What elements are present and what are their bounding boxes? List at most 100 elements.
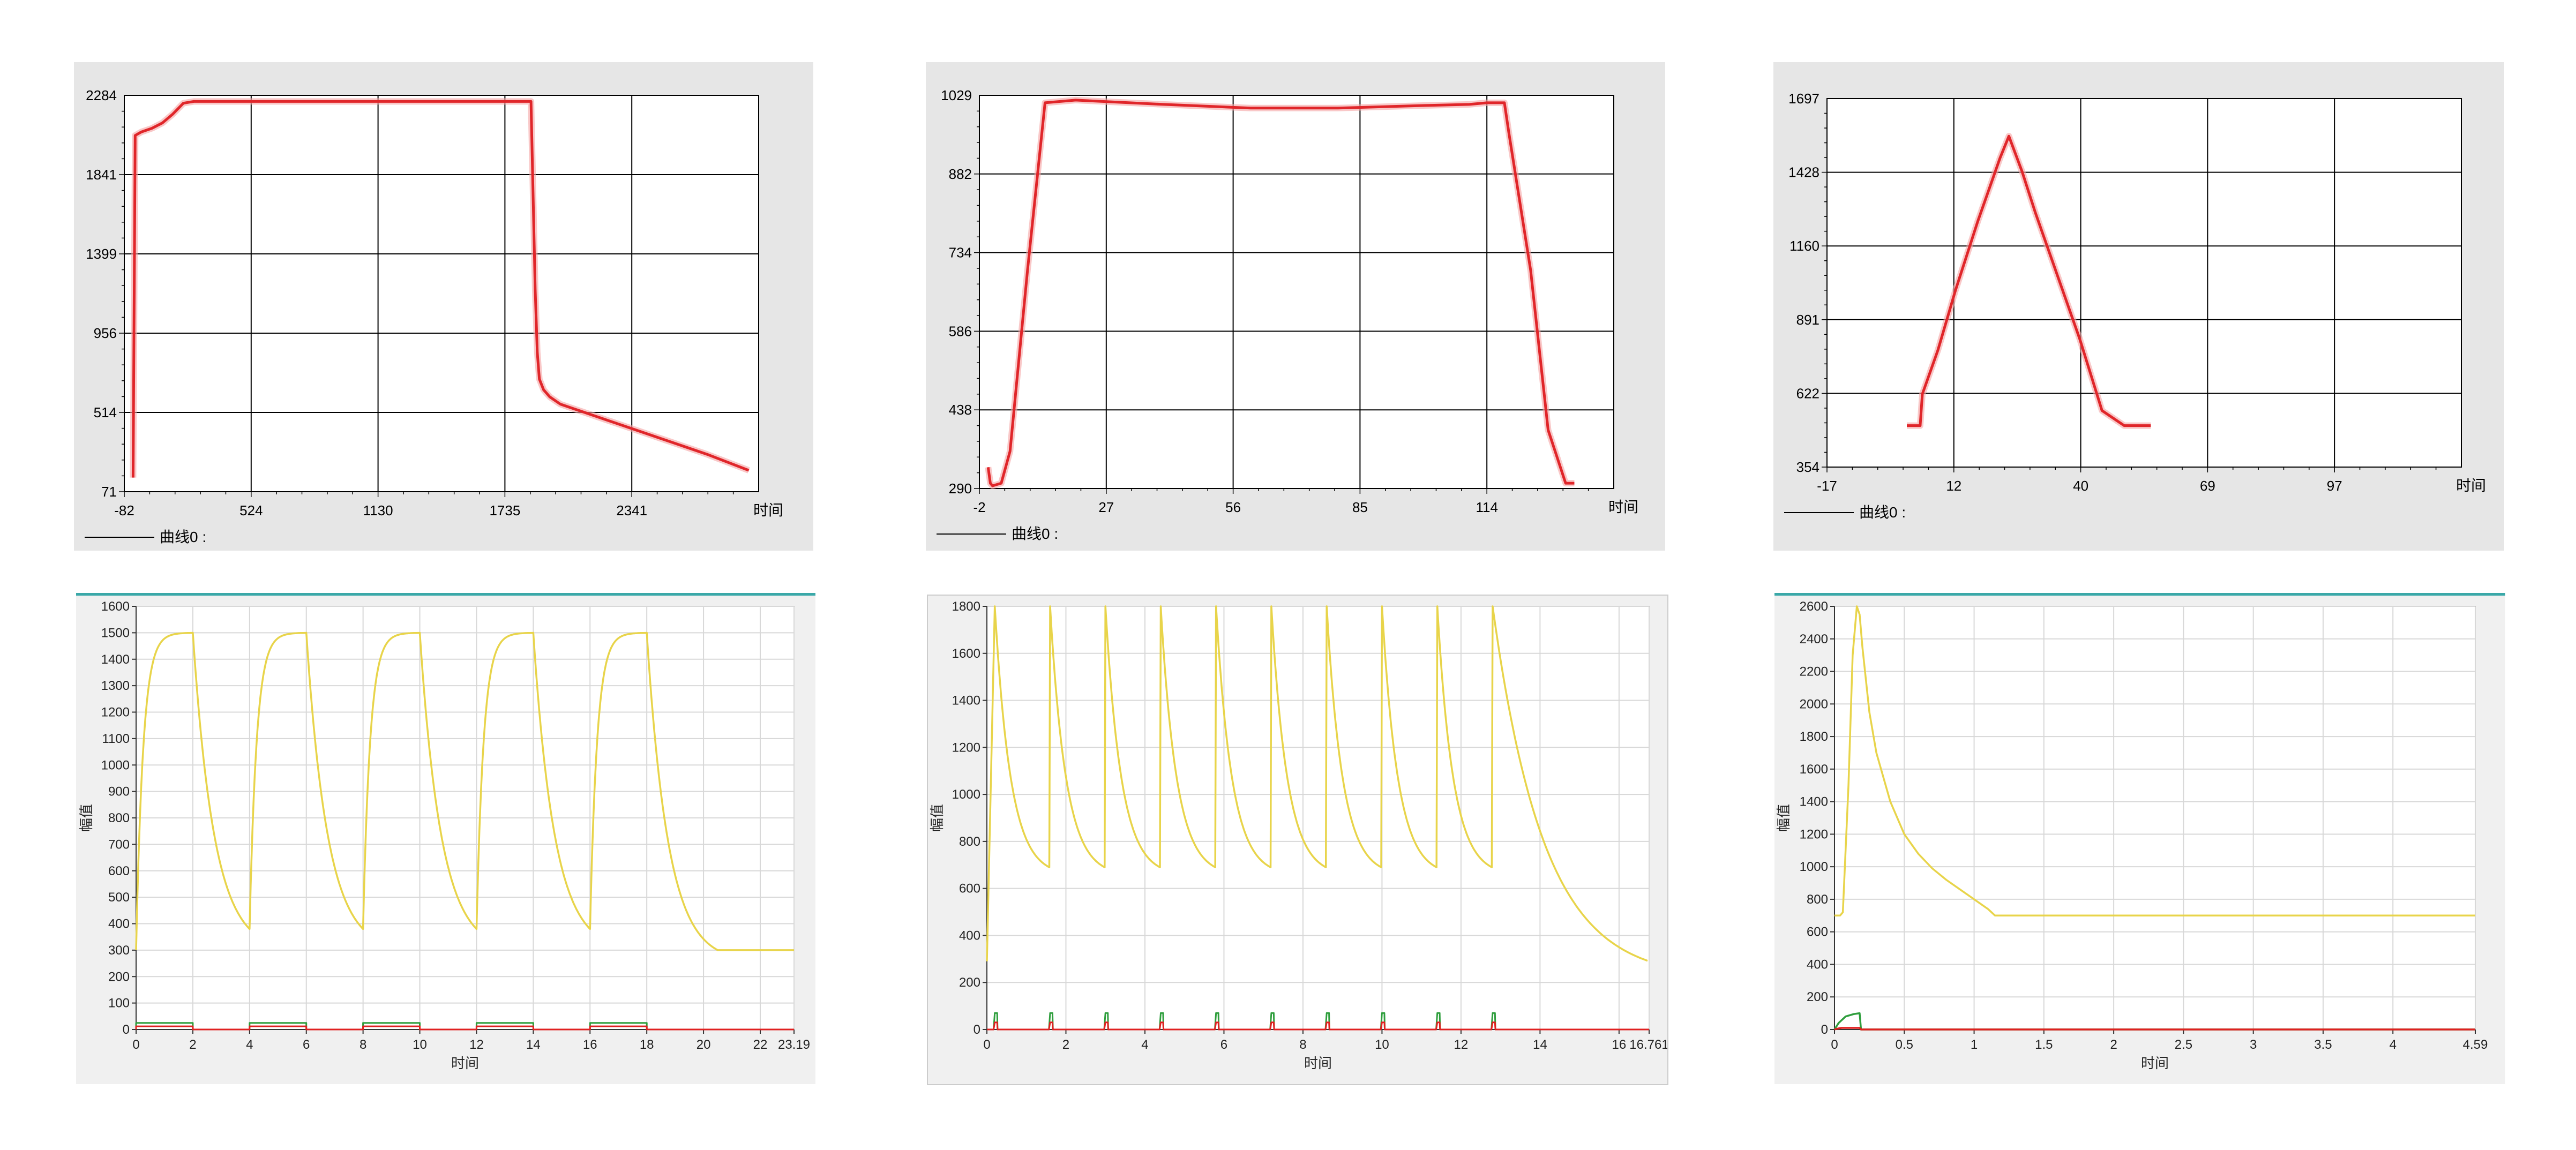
y-tick-label: 1300 [101,679,130,693]
x-tick-label: 16 [1612,1038,1627,1052]
x-tick-label: 10 [1375,1038,1389,1052]
y-tick-label: 800 [959,835,980,849]
x-tick-label: 12 [1454,1038,1469,1052]
chart-panel-3: 354 622 891 1160 1428 1697 -17 12 40 69 97 时间 曲线0 : [1773,62,2504,551]
x-tick-label: 69 [2200,478,2215,494]
y-tick-label: 600 [108,864,130,878]
x-tick-label: 8 [360,1038,366,1052]
x-tick-label: 85 [1352,499,1368,515]
y-axis-label: 幅值 [929,804,945,832]
x-tick-label: 12 [469,1038,484,1052]
chart-panel-5: 0 200 400 600 800 1000 1200 1400 1600 1800 0 2 4 6 8 10… [927,595,1669,1085]
y-tick-label: 1841 [86,167,117,183]
y-tick-label: 1800 [1800,730,1828,744]
x-tick-label: 40 [2073,478,2088,494]
x-tick-label: 4 [2390,1038,2397,1052]
y-tick-label: 1200 [952,740,980,755]
x-axis-label: 时间 [1608,499,1638,515]
chart-panel-6: 0 200 400 600 800 1000 1200 1400 1600 1800 2000 220… [1774,593,2505,1084]
x-tick-label: 4.59 [2463,1038,2488,1052]
y-axis-label: 幅值 [1776,804,1792,832]
y-tick-label: 1600 [1800,762,1828,777]
chart-1: 71 514 956 1399 1841 2284 -82 524 1130 1735 2341 时间… [85,87,783,545]
x-tick-label: 23.19 [778,1038,810,1052]
y-tick-label: 2000 [1800,697,1828,711]
x-tick-label: 14 [526,1038,541,1052]
chart-6: 0 200 400 600 800 1000 1200 1400 1600 1800 2000 220… [1776,599,2488,1071]
y-tick-label: 2200 [1800,665,1828,679]
x-tick-label: 2 [189,1038,196,1052]
x-tick-label: 2341 [616,502,647,518]
y-tick-label: 1000 [952,787,980,802]
y-tick-label: 1400 [1800,795,1828,809]
legend-label: 曲线0 : [1859,504,1906,521]
x-tick-label: 6 [303,1038,310,1052]
y-tick-label: 290 [949,480,972,497]
x-tick-label: 56 [1225,499,1241,515]
legend-label: 曲线0 : [160,529,206,545]
y-tick-label: 1500 [101,626,130,640]
x-axis-label: 时间 [1304,1055,1332,1071]
x-tick-label: 0 [983,1038,990,1052]
y-tick-label: 500 [108,890,130,905]
y-tick-label: 882 [949,166,972,182]
x-tick-label: 10 [413,1038,427,1052]
plot-area [124,95,759,492]
y-tick-label: 600 [1807,925,1828,939]
x-tick-label: 12 [1946,478,1961,494]
y-tick-label: 900 [108,785,130,799]
x-tick-label: 97 [2327,478,2342,494]
y-tick-label: 1100 [102,732,130,746]
x-tick-label: 16.761 [1629,1038,1667,1052]
y-tick-label: 71 [101,484,117,500]
y-tick-label: 800 [1807,892,1828,907]
x-tick-label: 0 [1831,1038,1838,1052]
x-tick-label: -82 [114,502,134,518]
y-tick-label: 1160 [1789,238,1819,254]
y-tick-label: 438 [949,402,972,418]
x-tick-label: -2 [973,499,985,515]
y-tick-label: 586 [949,323,972,339]
x-tick-label: 2 [1062,1038,1069,1052]
y-tick-label: 400 [959,928,980,943]
x-tick-label: 0 [132,1038,139,1052]
y-axis-label: 幅值 [78,804,94,832]
y-tick-label: 0 [974,1023,980,1037]
x-tick-label: 22 [753,1038,768,1052]
y-tick-label: 600 [959,882,980,896]
y-tick-label: 1000 [1800,860,1828,874]
y-tick-label: 0 [123,1023,130,1037]
y-tick-label: 200 [108,969,130,984]
x-axis-label: 时间 [2456,477,2486,494]
y-tick-label: 354 [1796,459,1819,475]
x-tick-label: 1735 [489,502,520,518]
y-tick-label: 956 [94,325,117,341]
y-tick-label: 1200 [1800,827,1828,841]
x-tick-label: 1 [1971,1038,1978,1052]
x-tick-label: -17 [1817,478,1837,494]
x-tick-label: 3 [2250,1038,2257,1052]
plot-area [1834,606,2476,1030]
y-tick-label: 1428 [1788,164,1819,181]
y-tick-label: 1697 [1788,91,1819,107]
y-tick-label: 200 [959,975,980,990]
y-tick-label: 400 [1807,957,1828,972]
x-tick-label: 0.5 [1896,1038,1913,1052]
plot-area [986,606,1650,1030]
y-tick-label: 0 [1821,1023,1828,1037]
y-tick-label: 1400 [952,694,980,708]
x-tick-label: 4 [1141,1038,1148,1052]
x-tick-label: 1130 [363,502,393,518]
x-tick-label: 2 [2110,1038,2117,1052]
x-tick-label: 524 [239,502,263,518]
x-tick-label: 3.5 [2314,1038,2332,1052]
y-tick-label: 2600 [1800,599,1828,614]
x-axis-label: 时间 [753,502,783,518]
chart-3: 354 622 891 1160 1428 1697 -17 12 40 69 97 时间曲线0 : [1784,91,2486,521]
chart-panel-2: 290 438 586 734 882 1029 -2 27 56 85 114 时间 曲线0 : [926,62,1665,551]
y-tick-label: 1400 [101,652,130,667]
y-tick-label: 200 [1807,990,1828,1004]
y-tick-label: 2284 [86,87,117,103]
y-tick-label: 1000 [101,758,130,772]
x-axis-label: 时间 [2141,1055,2169,1071]
